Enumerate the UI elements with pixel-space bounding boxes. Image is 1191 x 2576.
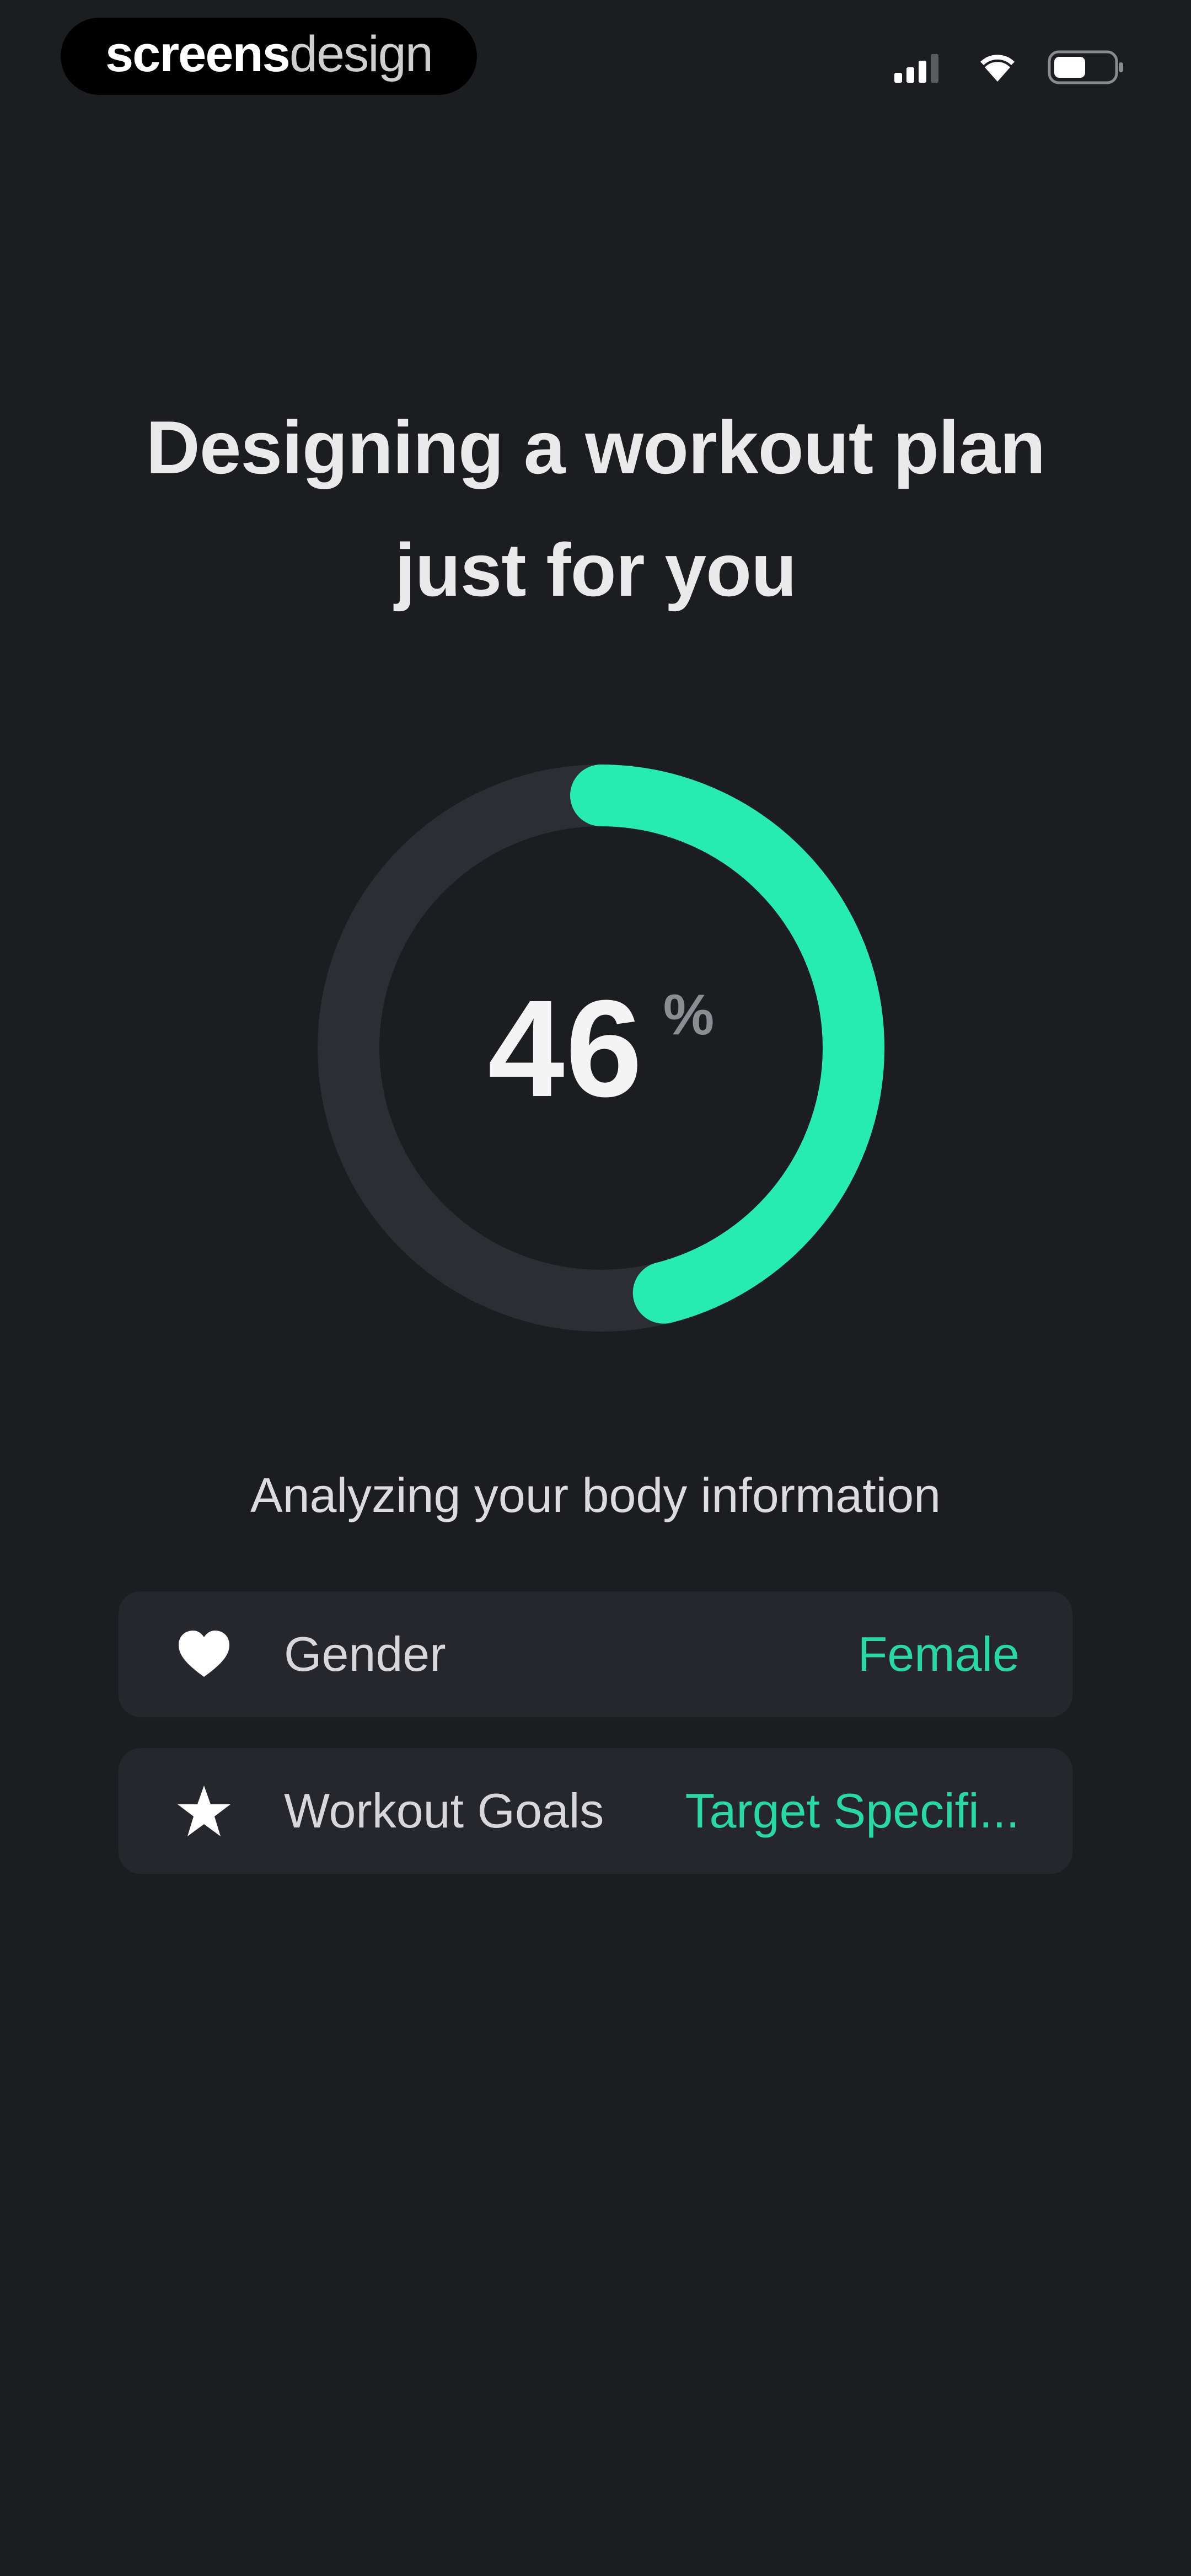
battery-icon bbox=[1048, 49, 1125, 88]
progress-value: 46 % bbox=[314, 761, 888, 1335]
progress-percentage: 46 bbox=[487, 971, 643, 1125]
info-label-workout-goals: Workout Goals bbox=[284, 1783, 604, 1838]
info-value-gender: Female bbox=[857, 1627, 1020, 1681]
star-icon bbox=[174, 1781, 234, 1841]
signal-icon bbox=[894, 52, 947, 85]
info-card-gender: Gender Female bbox=[119, 1591, 1072, 1717]
brand-name-light: design bbox=[289, 25, 433, 82]
brand-name-bold: screens bbox=[105, 25, 291, 82]
analysis-caption: Analyzing your body information bbox=[250, 1468, 941, 1522]
info-label-gender: Gender bbox=[284, 1627, 446, 1681]
analysis-list: Gender Female Workout Goals Target Speci… bbox=[119, 1591, 1072, 1905]
page-title-line-2: just for you bbox=[394, 528, 797, 612]
heart-icon bbox=[174, 1624, 234, 1685]
progress-unit: % bbox=[663, 982, 715, 1047]
brand-badge: screens design bbox=[61, 18, 477, 95]
progress-ring: 46 % bbox=[314, 761, 888, 1335]
status-icons bbox=[894, 49, 1125, 88]
info-card-workout-goals: Workout Goals Target Specifi... bbox=[119, 1748, 1072, 1874]
page-title: Designing a workout plan just for you bbox=[0, 386, 1191, 631]
wifi-icon bbox=[978, 52, 1017, 85]
status-bar: screens design bbox=[0, 0, 1191, 116]
page-title-line-1: Designing a workout plan bbox=[146, 405, 1046, 489]
info-value-workout-goals: Target Specifi... bbox=[685, 1783, 1020, 1838]
